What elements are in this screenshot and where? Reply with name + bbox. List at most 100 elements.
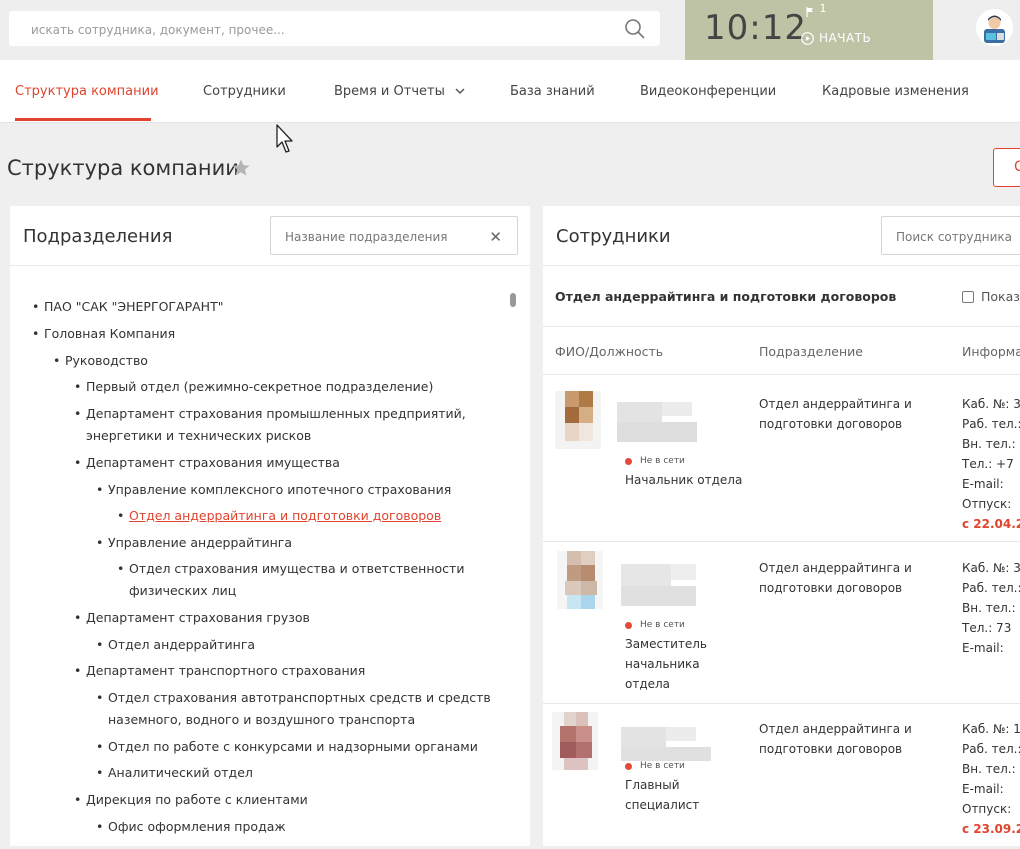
tree-item-label: Управление андеррайтинга (108, 535, 293, 550)
tree-item[interactable]: • Отдел страхования автотранспортных сред… (96, 687, 491, 709)
tree-scrollbar[interactable] (510, 293, 516, 846)
tree-item[interactable]: • Департамент страхования промышленных пр… (74, 403, 466, 425)
tree-item[interactable]: • Офис оформления продаж (96, 816, 286, 838)
tree-item[interactable]: • Департамент страхования имущества (74, 452, 340, 474)
tree-item[interactable]: • Департамент транспортного страхования (74, 660, 366, 682)
status-label: Не в сети (640, 761, 685, 771)
nav-employees[interactable]: Сотрудники (203, 84, 286, 99)
divider (543, 374, 1020, 375)
star-icon[interactable] (231, 158, 251, 178)
play-icon (801, 31, 814, 45)
action-button[interactable]: С (993, 148, 1020, 187)
employees-title: Сотрудники (556, 226, 671, 247)
employee-position: Начальник отдела (625, 473, 743, 487)
tree-item[interactable]: • Головная Компания (32, 323, 175, 345)
tree-item[interactable]: • Отдел страхования имущества и ответстве… (117, 558, 464, 580)
tree-item-label: Отдел по работе с конкурсами и надзорным… (108, 739, 478, 754)
tree-item[interactable]: • ПАО "САК "ЭНЕРГОГАРАНТ" (32, 296, 223, 318)
department-filter-field[interactable]: ✕ (270, 216, 518, 255)
bullet: • (96, 690, 104, 705)
offline-dot (625, 457, 632, 465)
action-button-glyph: С (1014, 159, 1020, 175)
info-line: Каб. №: 30 (962, 561, 1020, 575)
employee-department: Отдел андеррайтинга и подготовки договор… (759, 397, 912, 431)
employee-row[interactable]: Не в сети Начальник отдела Отдел андерра… (543, 384, 1020, 539)
column-header-name[interactable]: ФИО/Должность (555, 344, 663, 359)
tree-item-continuation[interactable]: наземного, водного и воздушного транспор… (108, 709, 415, 731)
employee-row[interactable]: Не в сети Заместитель начальника отдела … (543, 548, 1020, 703)
chevron-down-icon (455, 88, 465, 95)
flag-icon (806, 7, 813, 17)
tree-item[interactable]: • Дирекция по работе с клиентами (74, 789, 308, 811)
bullet: • (74, 455, 82, 470)
info-line: Раб. тел.: . (962, 742, 1020, 756)
employee-photo (552, 712, 598, 770)
employee-position: Заместитель начальника отдела (625, 637, 707, 691)
tree-item-selected[interactable]: • Отдел андеррайтинга и подготовки догово… (117, 505, 442, 527)
tree-item[interactable]: • Отдел андеррайтинга (96, 634, 255, 656)
department-filter-input[interactable] (283, 227, 477, 247)
status-label: Не в сети (640, 620, 685, 630)
nav-time-reports[interactable]: Время и Отчеты (334, 84, 465, 99)
user-avatar[interactable] (976, 9, 1013, 46)
column-header-info[interactable]: Информа (962, 344, 1020, 359)
main-nav: Структура компании Сотрудники Время и От… (0, 60, 1020, 123)
flag-counter[interactable]: 1 (806, 2, 827, 19)
show-checkbox[interactable]: Показ (962, 289, 1020, 304)
info-line: E-mail: (962, 641, 1004, 655)
info-line: Каб. №: 10 (962, 722, 1020, 736)
employee-search-input[interactable] (894, 227, 1020, 247)
employee-name-blurred (617, 402, 697, 442)
tree-item[interactable]: • Управление комплексного ипотечного стра… (96, 479, 451, 501)
nav-company-structure[interactable]: Структура компании (15, 84, 159, 99)
start-button[interactable]: НАЧАТЬ (801, 31, 871, 45)
column-header-department[interactable]: Подразделение (759, 344, 863, 359)
tree-item-label: Департамент транспортного страхования (86, 663, 366, 678)
nav-video-conferences[interactable]: Видеоконференции (640, 84, 776, 99)
tree-item-continuation[interactable]: энергетики и технических рисков (86, 425, 311, 447)
employee-search-field[interactable] (881, 216, 1020, 255)
bullet: • (53, 353, 61, 368)
employee-position: Главный специалист (625, 778, 700, 812)
close-icon[interactable]: ✕ (489, 228, 502, 246)
tree-item-label: Департамент страхования имущества (86, 455, 340, 470)
scrollbar-thumb[interactable] (510, 293, 516, 307)
divider (543, 541, 1020, 542)
tree-item-continuation[interactable]: физических лиц (129, 580, 236, 602)
info-line: Вн. тел.: 14 (962, 437, 1020, 451)
offline-dot (625, 621, 632, 629)
status-label: Не в сети (640, 456, 685, 466)
nav-time-reports-label: Время и Отчеты (334, 84, 445, 99)
employee-name-blurred (621, 564, 696, 606)
nav-knowledge-base[interactable]: База знаний (510, 84, 595, 99)
divider (543, 326, 1020, 327)
page-title: Структура компании (7, 156, 239, 180)
info-line: Вн. тел.: 30 (962, 601, 1020, 615)
flag-count: 1 (819, 2, 827, 15)
info-line: Тел.: +7 (962, 457, 1014, 471)
bullet: • (32, 326, 40, 341)
tree-item[interactable]: • Аналитический отдел (96, 762, 253, 784)
info-line: Раб. тел.: . (962, 581, 1020, 595)
bullet: • (74, 406, 82, 421)
clock-time: 10:12 (704, 8, 807, 48)
tree-item[interactable]: • Первый отдел (режимно-секретное подразд… (74, 376, 433, 398)
tree-item[interactable]: • Отдел по работе с конкурсами и надзорны… (96, 736, 478, 758)
employee-row[interactable]: Не в сети Главный специалист Отдел андер… (543, 709, 1020, 849)
info-line: Вн. тел.: 9 (962, 762, 1020, 776)
tree-item[interactable]: • Руководство (53, 350, 148, 372)
global-search-input[interactable] (29, 19, 623, 41)
tree-item[interactable]: • Управление андеррайтинга (96, 532, 293, 554)
nav-hr-changes[interactable]: Кадровые изменения (822, 84, 969, 99)
tree-item-label: Отдел страхования автотранспортных средс… (108, 690, 491, 705)
global-search-box[interactable] (9, 11, 660, 46)
employee-photo (557, 551, 603, 609)
search-icon[interactable] (624, 18, 646, 40)
checkbox[interactable] (962, 290, 974, 303)
tree-item[interactable]: • Департамент страхования грузов (74, 607, 310, 629)
departments-panel: Подразделения ✕ • ПАО "САК "ЭНЕРГОГАРАНТ"… (10, 206, 530, 846)
bullet: • (74, 663, 82, 678)
mouse-cursor-icon (276, 124, 293, 153)
tree-item-label: Отдел андеррайтинга и подготовки договор… (129, 508, 442, 523)
selected-department-heading: Отдел андеррайтинга и подготовки договор… (555, 289, 897, 304)
